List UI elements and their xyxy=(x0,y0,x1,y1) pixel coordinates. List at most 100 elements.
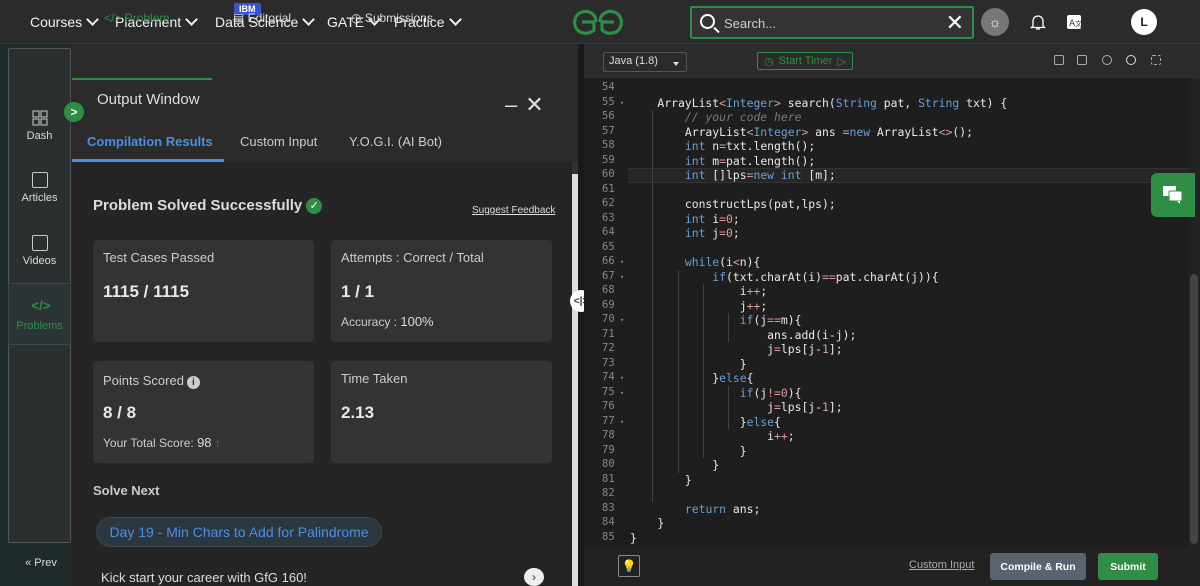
editor-scrollbar[interactable] xyxy=(1188,78,1200,548)
compile-run-button[interactable]: Compile & Run xyxy=(990,553,1086,580)
minimize-icon[interactable]: – xyxy=(505,92,525,117)
language-select[interactable]: Java (1.8) xyxy=(603,52,687,72)
code-line[interactable]: i++; xyxy=(630,284,767,299)
book-icon xyxy=(31,172,48,188)
line-number: 83 xyxy=(602,501,615,514)
code-line[interactable]: } xyxy=(630,357,747,372)
tab-yogi-ai-bot[interactable]: Y.O.G.I. (AI Bot) xyxy=(349,134,442,149)
sidebar-item-dash[interactable]: Dash xyxy=(8,110,71,142)
line-number: 80 xyxy=(602,458,615,470)
code-line[interactable]: j++; xyxy=(630,299,767,314)
code-line[interactable]: return ans; xyxy=(630,502,760,517)
code-line[interactable]: int m=pat.length(); xyxy=(630,154,815,169)
sidebar-item-videos[interactable]: Videos xyxy=(8,235,71,267)
code-line[interactable]: j=lps[j-1]; xyxy=(630,342,842,357)
code-line[interactable]: ArrayList<Integer> search(String pat, St… xyxy=(630,96,1007,111)
line-number: 61 xyxy=(602,182,615,195)
code-line[interactable]: ans.add(i-j); xyxy=(630,328,856,343)
close-window-icon[interactable]: ✕ xyxy=(525,92,551,117)
next-problem-link[interactable]: Day 19 - Min Chars to Add for Palindrome xyxy=(96,517,382,547)
scroll-thumb[interactable] xyxy=(1190,274,1198,544)
code-line[interactable]: } xyxy=(630,444,747,459)
expand-arrow-icon[interactable]: > xyxy=(64,102,84,122)
reset-icon[interactable] xyxy=(1126,55,1136,65)
line-number: 82 xyxy=(602,487,615,499)
gfg-logo[interactable] xyxy=(570,6,626,38)
settings-icon[interactable] xyxy=(1102,55,1112,65)
code-line[interactable]: i++; xyxy=(630,429,794,444)
sidebar-item-articles[interactable]: Articles xyxy=(8,172,71,204)
tab-problem[interactable]: </> Problem xyxy=(104,11,169,25)
points-label: Points Scored i xyxy=(103,373,200,389)
line-number: 71 xyxy=(602,327,615,340)
close-icon[interactable]: ✕ xyxy=(946,10,964,36)
code-line[interactable]: while(i<n){ xyxy=(630,255,760,270)
prev-button[interactable]: « Prev xyxy=(17,552,65,574)
line-number: 56 xyxy=(602,110,615,122)
fold-arrow-icon[interactable]: ▾ xyxy=(620,258,624,266)
code-line[interactable]: } xyxy=(630,458,719,473)
code-line[interactable]: } xyxy=(630,531,637,546)
chevron-right-icon[interactable]: › xyxy=(524,568,544,586)
play-icon: ▷ xyxy=(837,55,846,68)
submit-button[interactable]: Submit xyxy=(1098,553,1158,580)
suggest-feedback-link[interactable]: Suggest Feedback xyxy=(472,205,555,216)
line-number: 72 xyxy=(602,342,615,354)
export-icon[interactable] xyxy=(1077,55,1087,65)
tab-custom-input[interactable]: Custom Input xyxy=(240,134,317,149)
code-line[interactable]: if(j==m){ xyxy=(630,313,802,328)
bell-icon[interactable] xyxy=(1024,8,1052,36)
code-line[interactable]: ArrayList<Integer> ans =new ArrayList<>(… xyxy=(630,125,973,140)
code-editor[interactable]: 54 55 ▾ ArrayList<Integer> search(String p… xyxy=(584,78,1200,548)
line-number: 57 xyxy=(602,124,615,137)
test-cases-card: Test Cases Passed 1115 / 1115 xyxy=(93,240,314,342)
copy-icon[interactable] xyxy=(1054,55,1064,65)
search-box[interactable]: ✕ xyxy=(690,6,974,39)
lightbulb-icon[interactable]: 💡 xyxy=(618,555,640,577)
code-line[interactable]: j=lps[j-1]; xyxy=(630,400,842,415)
code-line[interactable]: // your code here xyxy=(630,110,802,125)
custom-input-link[interactable]: Custom Input xyxy=(909,559,974,571)
line-number: 64 xyxy=(602,226,615,238)
search-input[interactable] xyxy=(724,13,934,33)
fold-arrow-icon[interactable]: ▾ xyxy=(620,374,624,382)
code-line[interactable]: int n=txt.length(); xyxy=(630,139,815,154)
code-line[interactable]: }else{ xyxy=(630,415,781,430)
kickstart-banner[interactable]: Kick start your career with GfG 160! xyxy=(101,570,307,585)
chat-icon[interactable] xyxy=(1151,173,1195,217)
sidebar-item-problems[interactable]: </> Problems xyxy=(8,283,71,345)
code-line[interactable]: } xyxy=(630,516,664,531)
tab-submissions[interactable]: ◷ Submissions xyxy=(351,11,433,25)
translate-icon[interactable]: A文 xyxy=(1060,8,1088,36)
line-number: 76 xyxy=(602,400,615,412)
problem-tabs xyxy=(72,44,578,80)
fold-arrow-icon[interactable]: ▾ xyxy=(620,273,624,281)
fullscreen-icon[interactable] xyxy=(1151,55,1161,65)
nav-courses[interactable]: Courses xyxy=(30,13,100,30)
line-number: 62 xyxy=(602,197,615,209)
fold-arrow-icon[interactable]: ▾ xyxy=(620,99,624,107)
code-line[interactable]: if(j!=0){ xyxy=(630,386,802,401)
info-icon[interactable]: i xyxy=(186,376,200,389)
code-line[interactable]: if(txt.charAt(i)==pat.charAt(j)){ xyxy=(630,270,938,285)
fold-arrow-icon[interactable]: ▾ xyxy=(620,389,624,397)
window-controls[interactable]: –✕ xyxy=(505,92,552,118)
code-line[interactable]: int i=0; xyxy=(630,212,740,227)
video-icon xyxy=(31,235,48,251)
theme-toggle-icon[interactable]: ☼ xyxy=(981,8,1009,36)
tab-editorial[interactable]: ▤ Editorial xyxy=(233,11,291,25)
line-number: 77 xyxy=(602,414,615,427)
tab-compilation-results[interactable]: Compilation Results xyxy=(87,134,213,149)
code-line[interactable]: constructLps(pat,lps); xyxy=(630,197,836,212)
start-timer-button[interactable]: ◷ Start Timer ▷ xyxy=(757,52,853,70)
code-line[interactable]: }else{ xyxy=(630,371,753,386)
dashboard-icon xyxy=(32,110,47,126)
code-line[interactable]: } xyxy=(630,473,692,488)
line-number: 68 xyxy=(602,284,615,296)
fold-arrow-icon[interactable]: ▾ xyxy=(620,316,624,324)
code-line[interactable]: int j=0; xyxy=(630,226,740,241)
fold-arrow-icon[interactable]: ▾ xyxy=(620,418,624,426)
avatar[interactable]: L xyxy=(1131,9,1157,35)
line-number: 69 xyxy=(602,298,615,311)
code-line[interactable]: int []lps=new int [m]; xyxy=(630,168,836,183)
